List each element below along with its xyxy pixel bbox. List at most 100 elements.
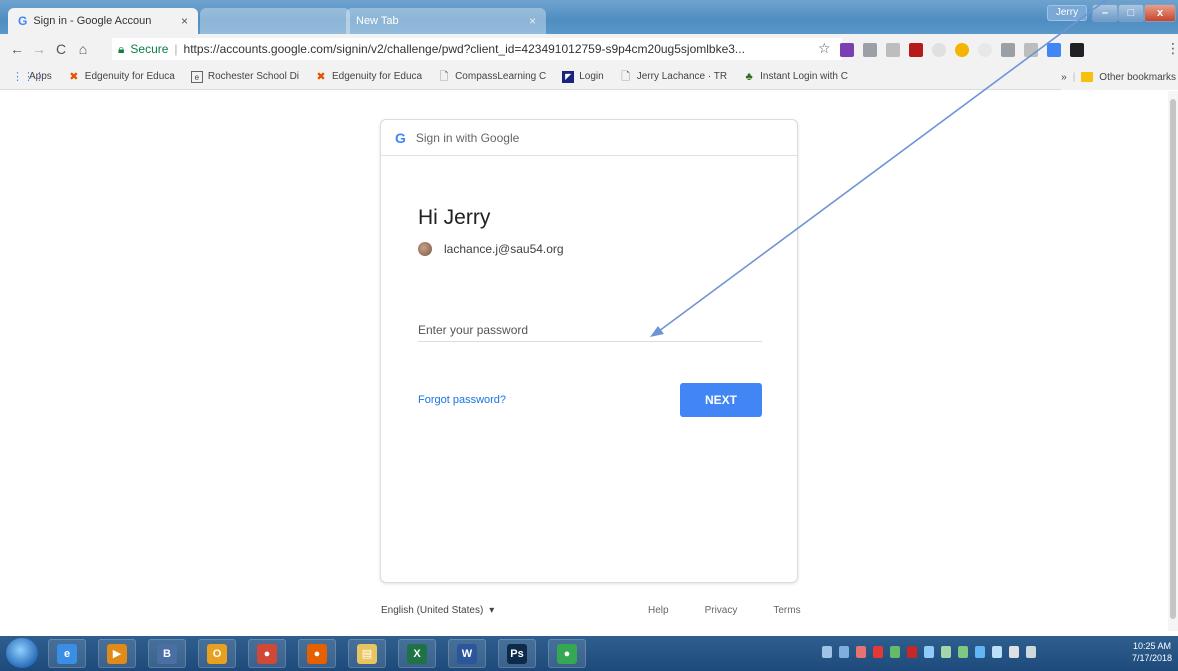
- password-input[interactable]: [418, 318, 762, 342]
- signin-header-text: Sign in with Google: [415, 130, 520, 145]
- tray-icon[interactable]: [873, 646, 883, 658]
- tray-icon[interactable]: [975, 646, 985, 658]
- bookmark-login[interactable]: ◤ Login: [562, 70, 604, 83]
- secure-label: Secure: [130, 42, 169, 56]
- extension-icon[interactable]: [1001, 43, 1015, 57]
- bookmarks-overflow-button[interactable]: »: [1061, 72, 1067, 83]
- extension-icon[interactable]: [978, 43, 992, 57]
- taskbar-app-internet-explorer[interactable]: e: [48, 639, 86, 668]
- taskbar-app-photoshop[interactable]: Ps: [498, 639, 536, 668]
- back-icon[interactable]: ←: [6, 41, 28, 57]
- extension-icon[interactable]: [1047, 43, 1061, 57]
- tab-title: Sign in - Google Accoun: [33, 15, 152, 27]
- network-icon[interactable]: [992, 646, 1002, 658]
- bookmark-edgenuity[interactable]: ✖ Edgenuity for Educa: [68, 71, 175, 83]
- extension-icon[interactable]: [840, 43, 854, 57]
- next-button[interactable]: NEXT: [680, 383, 762, 417]
- taskbar-app-firefox[interactable]: ●: [298, 639, 336, 668]
- tab-close-icon[interactable]: ×: [529, 14, 536, 28]
- forward-icon[interactable]: →: [28, 41, 50, 57]
- page-scrollbar[interactable]: [1168, 91, 1178, 631]
- tab-blank[interactable]: [200, 8, 350, 34]
- tray-icon[interactable]: [941, 646, 951, 658]
- home-icon[interactable]: ⌂: [72, 41, 94, 57]
- account-email: lachance.j@sau54.org: [444, 242, 564, 256]
- caret-down-icon: ▾: [489, 605, 495, 616]
- language-label: English (United States): [381, 605, 484, 616]
- tab-new-tab[interactable]: New Tab ×: [346, 8, 546, 34]
- bookmark-label: Edgenuity for Educa: [332, 71, 423, 82]
- reload-icon[interactable]: C: [50, 41, 72, 57]
- pdf-extension-icon[interactable]: [909, 43, 923, 57]
- media-player-icon: ▶: [107, 643, 127, 664]
- language-selector[interactable]: English (United States) ▾: [381, 605, 494, 616]
- minimize-button[interactable]: –: [1092, 4, 1118, 22]
- bookmark-jerry[interactable]: 🗋︎ Jerry Lachance · TR: [620, 71, 727, 83]
- menu-kebab-icon[interactable]: ⋮: [1166, 40, 1178, 57]
- bookmark-instant-login[interactable]: ♣ Instant Login with C: [743, 71, 848, 83]
- extension-icon[interactable]: [955, 43, 969, 57]
- tab-close-icon[interactable]: ×: [181, 14, 188, 28]
- file-explorer-icon: ▤: [357, 643, 377, 664]
- forgot-password-link[interactable]: Forgot password?: [418, 394, 506, 406]
- taskbar-app-word[interactable]: W: [448, 639, 486, 668]
- outlook-icon: O: [207, 643, 227, 664]
- bookmark-star-icon[interactable]: ☆: [818, 40, 831, 57]
- school-icon: e: [190, 70, 203, 83]
- taskbar-app-chrome-alt[interactable]: ●: [248, 639, 286, 668]
- greeting-heading: Hi Jerry: [418, 206, 491, 229]
- extension-icon[interactable]: [1024, 43, 1038, 57]
- extension-icon[interactable]: [886, 43, 900, 57]
- app-b-icon: B: [157, 643, 177, 664]
- tray-icon[interactable]: [907, 646, 917, 658]
- extension-icon[interactable]: [863, 43, 877, 57]
- start-button[interactable]: [6, 638, 38, 668]
- tray-icon[interactable]: [958, 646, 968, 658]
- divider: |: [1072, 71, 1076, 83]
- tray-icon[interactable]: [839, 646, 849, 658]
- tray-icon[interactable]: [856, 646, 866, 658]
- bookmark-label: CompassLearning C: [455, 71, 547, 82]
- taskbar-clock[interactable]: 10:25 AM 7/17/2018: [1126, 640, 1178, 664]
- tray-icon[interactable]: [822, 646, 832, 658]
- tab-sign-in[interactable]: G Sign in - Google Accoun ×: [8, 8, 198, 34]
- extension-icon[interactable]: [932, 43, 946, 57]
- scrollbar-thumb[interactable]: [1170, 99, 1176, 619]
- bookmark-compasslearning[interactable]: 🗋︎ CompassLearning C: [438, 71, 547, 83]
- other-bookmarks-button[interactable]: Other bookmarks: [1099, 72, 1176, 83]
- account-chip[interactable]: lachance.j@sau54.org: [418, 242, 564, 256]
- terms-link[interactable]: Terms: [773, 605, 800, 616]
- extensions-row: [840, 40, 1084, 60]
- bookmark-edgenuity-2[interactable]: ✖ Edgenuity for Educa: [315, 71, 422, 83]
- extension-icon[interactable]: [1070, 43, 1084, 57]
- taskbar-app-media-player[interactable]: ▶: [98, 639, 136, 668]
- edgenuity-icon: ✖: [69, 70, 79, 83]
- maximize-button[interactable]: □: [1118, 4, 1144, 22]
- taskbar-app-app-b[interactable]: B: [148, 639, 186, 668]
- login-icon: ◤: [562, 70, 575, 83]
- privacy-link[interactable]: Privacy: [705, 605, 738, 616]
- address-bar[interactable]: 🔒︎ Secure | https://accounts.google.com/…: [112, 38, 842, 60]
- footer-links: Help Privacy Terms: [648, 605, 801, 616]
- taskbar-app-chrome[interactable]: ●: [548, 639, 586, 668]
- url-text: https://accounts.google.com/signin/v2/ch…: [183, 42, 745, 56]
- volume-icon[interactable]: [1026, 646, 1036, 658]
- taskbar-app-outlook[interactable]: O: [198, 639, 236, 668]
- tab-title: New Tab: [356, 15, 399, 27]
- chrome-alt-icon: ●: [257, 643, 277, 664]
- firefox-icon: ●: [307, 643, 327, 664]
- taskbar-app-file-explorer[interactable]: ▤: [348, 639, 386, 668]
- windows-taskbar: e ▶ B O ● ● ▤ X W Ps ● 10:25 AM 7/17/2018: [0, 636, 1178, 671]
- bookmark-label: Edgenuity for Educa: [84, 71, 175, 82]
- flag-icon[interactable]: [1009, 646, 1019, 658]
- tray-icon[interactable]: [890, 646, 900, 658]
- taskbar-app-excel[interactable]: X: [398, 639, 436, 668]
- help-link[interactable]: Help: [648, 605, 669, 616]
- photoshop-icon: Ps: [507, 643, 527, 664]
- bookmark-rochester[interactable]: e Rochester School Di: [190, 70, 299, 83]
- bookmark-apps[interactable]: ⋮⋮⋮ Apps: [12, 71, 52, 83]
- tray-icon[interactable]: [924, 646, 934, 658]
- profile-chip[interactable]: Jerry: [1047, 5, 1087, 21]
- apps-grid-icon: ⋮⋮⋮: [12, 70, 45, 83]
- close-window-button[interactable]: x: [1144, 4, 1176, 22]
